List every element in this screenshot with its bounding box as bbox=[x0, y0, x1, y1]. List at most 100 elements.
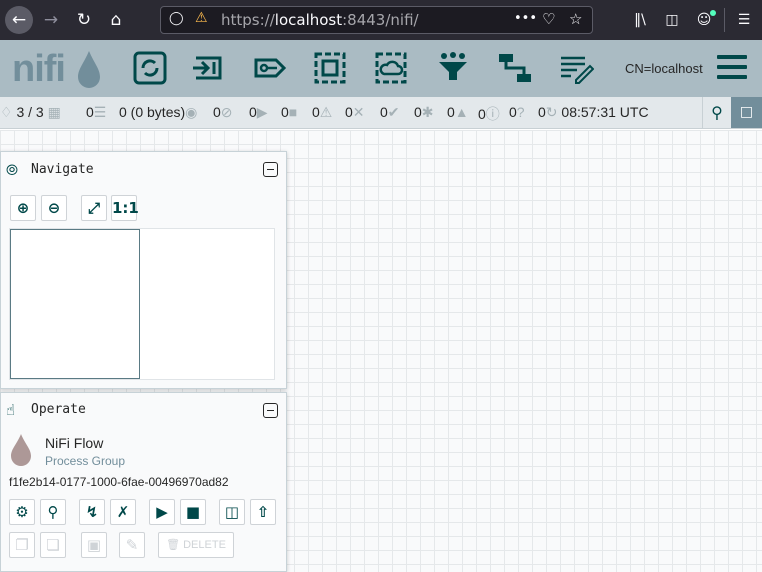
bookmark-star-icon[interactable]: ☆ bbox=[569, 10, 582, 28]
label-tool[interactable] bbox=[558, 50, 595, 86]
selection-type: Process Group bbox=[45, 454, 126, 468]
template-icon bbox=[499, 54, 531, 82]
lightning-icon: ↯ bbox=[85, 503, 99, 521]
url-path: :8443/nifi/ bbox=[342, 11, 419, 29]
bulletin-board-button[interactable]: □ bbox=[731, 97, 762, 128]
copy-icon: ❐ bbox=[15, 536, 29, 554]
paste-icon: ❏ bbox=[46, 536, 60, 554]
warning-icon: ⚠ bbox=[319, 104, 333, 120]
question-icon: ? bbox=[516, 104, 525, 120]
trash-icon: 🗑 bbox=[166, 539, 181, 551]
zoom-out-button[interactable]: ⊖ bbox=[41, 195, 67, 221]
process-group-tool[interactable] bbox=[312, 50, 348, 86]
address-bar[interactable]: ◯ ⚠ https://localhost:8443/nifi/ ••• ♡ ☆ bbox=[160, 6, 593, 34]
warning-lock-icon[interactable]: ⚠ bbox=[195, 10, 208, 26]
minimize-navigate-button[interactable] bbox=[263, 162, 278, 177]
library-icon[interactable]: ‖\ bbox=[629, 6, 651, 34]
upload-template-button[interactable]: ⇧ bbox=[250, 499, 276, 525]
stopped-count: 0■ bbox=[281, 104, 298, 120]
input-port-tool[interactable] bbox=[190, 50, 226, 86]
forward-button[interactable]: → bbox=[37, 6, 65, 34]
global-menu-button[interactable] bbox=[717, 55, 747, 81]
funnel-tool[interactable] bbox=[435, 50, 471, 86]
operate-title: Operate bbox=[31, 402, 86, 417]
start-button[interactable]: ▶ bbox=[149, 499, 175, 525]
disabled-icon: ✕ bbox=[352, 104, 365, 120]
threads-icon: ▦ bbox=[47, 104, 61, 120]
play-icon: ▶ bbox=[256, 104, 268, 120]
last-refreshed: 0↻ 08:57:31 UTC bbox=[538, 104, 649, 120]
paste-button[interactable]: ❏ bbox=[40, 532, 66, 558]
cluster-icon: ♢ bbox=[0, 104, 13, 120]
not-transmitting-icon: ⊘ bbox=[220, 104, 233, 120]
remote-process-group-tool[interactable] bbox=[373, 50, 409, 86]
minimize-operate-button[interactable] bbox=[263, 403, 278, 418]
back-button[interactable]: ← bbox=[5, 6, 33, 34]
queued-size: 0 (0 bytes)◉ bbox=[119, 104, 198, 120]
exclamation-icon: ⓘ bbox=[485, 106, 500, 122]
asterisk-icon: ✱ bbox=[421, 104, 434, 120]
enable-button[interactable]: ↯ bbox=[79, 499, 105, 525]
active-threads: ♢ 3 / 3 ▦ bbox=[0, 104, 61, 120]
stop-icon: ■ bbox=[288, 104, 298, 120]
flow-status-bar: ♢ 3 / 3 ▦ 0☰ 0 (0 bytes)◉ 0⊘ 0▶ 0■ 0⚠ 0✕… bbox=[0, 97, 762, 129]
color-button[interactable]: ✎ bbox=[119, 532, 145, 558]
nifi-drop-icon bbox=[78, 51, 100, 88]
copy-button[interactable]: ❐ bbox=[9, 532, 35, 558]
check-icon: ✔ bbox=[387, 104, 400, 120]
reload-button[interactable]: ↻ bbox=[70, 6, 98, 34]
fit-button[interactable]: ⤢ bbox=[81, 195, 107, 221]
sidebar-icon[interactable]: ◫ bbox=[661, 6, 683, 34]
processor-icon bbox=[133, 51, 167, 85]
page-actions-button[interactable]: ••• bbox=[514, 11, 537, 26]
output-port-tool[interactable] bbox=[252, 50, 288, 86]
shield-icon[interactable]: ◯ bbox=[169, 11, 184, 26]
disable-button[interactable]: ✗ bbox=[110, 499, 136, 525]
group-icon: ▣ bbox=[86, 536, 102, 554]
processor-tool[interactable] bbox=[132, 50, 168, 86]
nifi-header: nifi CN=localhost bbox=[0, 40, 762, 97]
delete-label: DELETE bbox=[183, 539, 226, 551]
template-tool[interactable] bbox=[497, 50, 533, 86]
birdseye-view[interactable] bbox=[9, 228, 275, 380]
configure-button[interactable]: ⚙ bbox=[9, 499, 35, 525]
operate-panel: ☝ Operate NiFi Flow Process Group f1fe2b… bbox=[0, 392, 287, 572]
app-menu-icon[interactable]: ☰ bbox=[733, 6, 755, 34]
locally-modified-stale-count: 0ⓘ bbox=[478, 106, 500, 122]
create-template-icon: ◫ bbox=[224, 503, 240, 521]
invalid-count: 0⚠ bbox=[312, 104, 333, 120]
funnel-icon bbox=[439, 52, 467, 80]
url-host: localhost bbox=[274, 11, 343, 29]
group-button[interactable]: ▣ bbox=[81, 532, 107, 558]
create-template-button[interactable]: ◫ bbox=[219, 499, 245, 525]
sync-failure-count: 0? bbox=[509, 104, 525, 120]
stop-button[interactable]: ■ bbox=[180, 499, 206, 525]
not-transmitting: 0⊘ bbox=[213, 104, 233, 120]
refresh-icon: ↻ bbox=[545, 104, 558, 120]
stop-icon: ■ bbox=[185, 503, 201, 521]
queue-icon: ☰ bbox=[93, 104, 107, 120]
zoom-in-button[interactable]: ⊕ bbox=[10, 195, 36, 221]
upload-template-icon: ⇧ bbox=[256, 503, 270, 521]
browser-toolbar: ← → ↻ ⌂ ◯ ⚠ https://localhost:8443/nifi/… bbox=[0, 0, 762, 40]
search-button[interactable]: ⚲ bbox=[702, 97, 731, 128]
note-icon: □ bbox=[739, 104, 754, 120]
up-to-date-count: 0✔ bbox=[380, 104, 400, 120]
locally-modified-count: 0✱ bbox=[414, 104, 434, 120]
birdseye-viewport[interactable] bbox=[10, 229, 140, 379]
expand-icon: ⤢ bbox=[87, 199, 100, 217]
home-button[interactable]: ⌂ bbox=[102, 6, 130, 34]
process-group-drop-icon bbox=[11, 434, 31, 466]
up-arrow-icon: ▲ bbox=[454, 104, 469, 120]
delete-button[interactable]: 🗑 DELETE bbox=[158, 532, 234, 558]
nifi-logo: nifi bbox=[12, 48, 66, 90]
actual-size-icon: 1:1 bbox=[112, 199, 139, 217]
actual-size-button[interactable]: 1:1 bbox=[111, 195, 139, 221]
divider bbox=[724, 8, 725, 32]
remote-process-group-icon bbox=[375, 52, 407, 84]
process-group-icon bbox=[314, 52, 346, 84]
zoom-in-icon: ⊕ bbox=[16, 199, 30, 217]
access-policies-button[interactable]: ⚲ bbox=[40, 499, 66, 525]
pocket-icon[interactable]: ♡ bbox=[542, 10, 555, 28]
queued-count: 0☰ bbox=[86, 104, 107, 120]
